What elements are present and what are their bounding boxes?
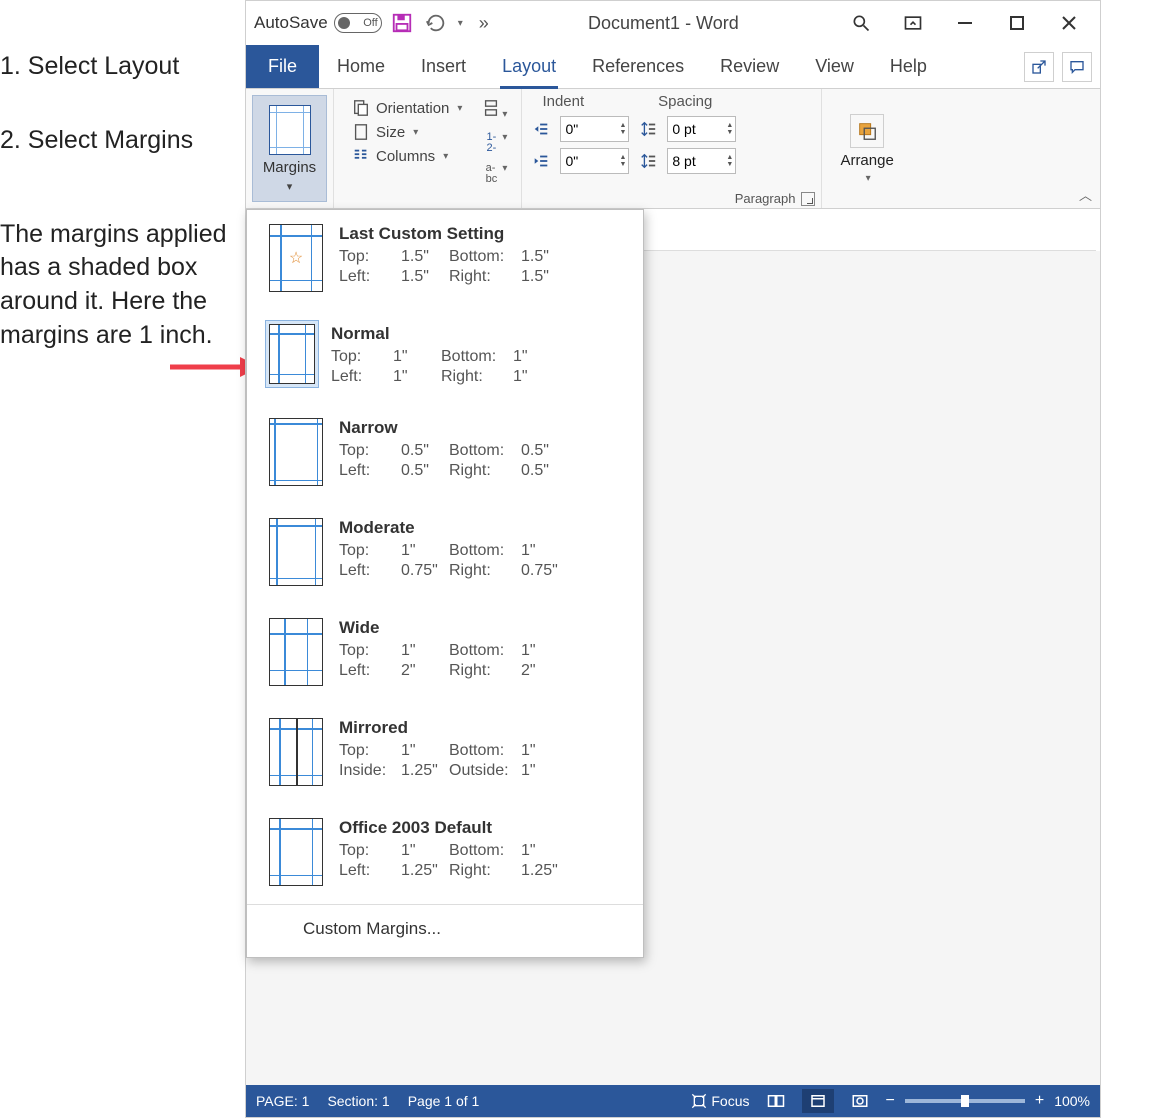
zoom-slider[interactable] [905, 1099, 1025, 1103]
spacing-before-icon [639, 120, 657, 138]
save-icon[interactable] [388, 9, 416, 37]
zoom-level[interactable]: 100% [1054, 1093, 1090, 1109]
ribbon-body: Margins ▾ Orientation▾ Size▾ Columns▾ ▾ … [246, 89, 1100, 209]
undo-dropdown-icon[interactable]: ▾ [458, 18, 463, 29]
margins-option[interactable]: Moderate Top:1"Bottom:1" Left:0.75"Right… [247, 504, 643, 604]
print-layout-icon[interactable] [802, 1089, 834, 1113]
collapse-ribbon-icon[interactable]: ︿ [1079, 185, 1092, 204]
indent-right-input[interactable]: ▲▼ [560, 148, 629, 174]
margins-option-title: Last Custom Setting [339, 224, 627, 244]
hyphenation-button[interactable]: a-bc▾ [482, 158, 507, 183]
share-button[interactable] [1024, 52, 1054, 82]
zoom-in-button[interactable]: + [1035, 1092, 1044, 1110]
spacing-header: Spacing [658, 93, 712, 110]
status-page-of[interactable]: Page 1 of 1 [408, 1093, 480, 1109]
indent-left-input[interactable]: ▲▼ [560, 116, 629, 142]
ribbon-display-icon[interactable] [890, 5, 936, 41]
ribbon-tabs: File Home Insert Layout References Revie… [246, 45, 1100, 89]
size-button[interactable]: Size▾ [352, 123, 462, 141]
annotation-step-2: 2. Select Margins [0, 124, 245, 158]
columns-button[interactable]: Columns▾ [352, 147, 462, 165]
word-window: AutoSave Off ▾ » Document1 - Word File H… [245, 0, 1101, 1118]
line-numbers-button[interactable]: 1-2-▾ [482, 127, 507, 152]
margins-option[interactable]: Narrow Top:0.5"Bottom:0.5" Left:0.5"Righ… [247, 404, 643, 504]
margins-option-thumb [269, 518, 323, 586]
arrange-icon[interactable] [850, 114, 884, 148]
indent-right-icon [532, 152, 550, 170]
indent-left-icon [532, 120, 550, 138]
orientation-icon [352, 99, 370, 117]
margins-option-thumb [269, 618, 323, 686]
margins-option[interactable]: Mirrored Top:1"Bottom:1" Inside:1.25"Out… [247, 704, 643, 804]
tab-help[interactable]: Help [872, 45, 945, 88]
zoom-out-button[interactable]: − [886, 1092, 895, 1110]
margins-option[interactable]: Office 2003 Default Top:1"Bottom:1" Left… [247, 804, 643, 904]
spacing-after-input[interactable]: ▲▼ [667, 148, 736, 174]
margins-option-thumb [269, 718, 323, 786]
tab-review[interactable]: Review [702, 45, 797, 88]
columns-icon [352, 147, 370, 165]
tab-home[interactable]: Home [319, 45, 403, 88]
margins-dropdown: ☆ Last Custom Setting Top:1.5"Bottom:1.5… [246, 209, 644, 958]
margins-option-title: Office 2003 Default [339, 818, 627, 838]
maximize-button[interactable] [994, 5, 1040, 41]
margins-option-title: Moderate [339, 518, 627, 538]
breaks-button[interactable]: ▾ [482, 99, 507, 121]
margins-option-thumb [265, 320, 319, 388]
status-section[interactable]: Section: 1 [327, 1093, 389, 1109]
tab-layout[interactable]: Layout [484, 45, 574, 88]
tab-file[interactable]: File [246, 45, 319, 88]
undo-icon[interactable] [422, 9, 450, 37]
status-bar: PAGE: 1 Section: 1 Page 1 of 1 Focus − +… [246, 1085, 1100, 1117]
margins-option-title: Narrow [339, 418, 627, 438]
margins-option[interactable]: Wide Top:1"Bottom:1" Left:2"Right:2" [247, 604, 643, 704]
tab-references[interactable]: References [574, 45, 702, 88]
margins-option[interactable]: ☆ Last Custom Setting Top:1.5"Bottom:1.5… [247, 210, 643, 310]
annotation-panel: 1. Select Layout 2. Select Margins The m… [0, 50, 245, 353]
read-mode-icon[interactable] [760, 1089, 792, 1113]
document-title: Document1 - Word [495, 13, 832, 34]
margins-option-thumb [269, 418, 323, 486]
status-page[interactable]: PAGE: 1 [256, 1093, 309, 1109]
close-button[interactable] [1046, 5, 1092, 41]
margins-icon [269, 105, 311, 155]
custom-margins-item[interactable]: Custom Margins... [247, 904, 643, 957]
margins-option-title: Normal [331, 324, 627, 344]
web-layout-icon[interactable] [844, 1089, 876, 1113]
line-numbers-icon: 1-2- [482, 134, 500, 152]
title-bar: AutoSave Off ▾ » Document1 - Word [246, 1, 1100, 45]
indent-header: Indent [542, 93, 584, 110]
margins-option[interactable]: Normal Top:1"Bottom:1" Left:1"Right:1" [247, 310, 643, 404]
tab-insert[interactable]: Insert [403, 45, 484, 88]
size-icon [352, 123, 370, 141]
margins-option-title: Wide [339, 618, 627, 638]
hyphenation-icon: a-bc [482, 165, 500, 183]
orientation-button[interactable]: Orientation▾ [352, 99, 462, 117]
paragraph-group-label: Paragraph [735, 191, 796, 206]
breaks-icon [482, 99, 500, 117]
tab-view[interactable]: View [797, 45, 872, 88]
autosave-toggle[interactable]: Off [334, 13, 382, 33]
search-icon[interactable] [838, 5, 884, 41]
arrange-label[interactable]: Arrange [840, 152, 893, 169]
margins-option-thumb: ☆ [269, 224, 323, 292]
spacing-after-icon [639, 152, 657, 170]
paragraph-dialog-launcher[interactable] [801, 192, 815, 206]
chevron-down-icon: ▾ [866, 173, 871, 184]
minimize-button[interactable] [942, 5, 988, 41]
comments-button[interactable] [1062, 52, 1092, 82]
annotation-note: The margins applied has a shaded box aro… [0, 218, 245, 353]
annotation-step-1: 1. Select Layout [0, 50, 245, 84]
margins-label: Margins [263, 159, 316, 176]
autosave-label: AutoSave [254, 13, 328, 33]
spacing-before-input[interactable]: ▲▼ [667, 116, 736, 142]
margins-option-thumb [269, 818, 323, 886]
qat-more-icon[interactable]: » [479, 13, 489, 34]
chevron-down-icon: ▾ [287, 180, 293, 193]
focus-mode-button[interactable]: Focus [691, 1093, 749, 1109]
margins-option-title: Mirrored [339, 718, 627, 738]
margins-button[interactable]: Margins ▾ [252, 95, 327, 202]
